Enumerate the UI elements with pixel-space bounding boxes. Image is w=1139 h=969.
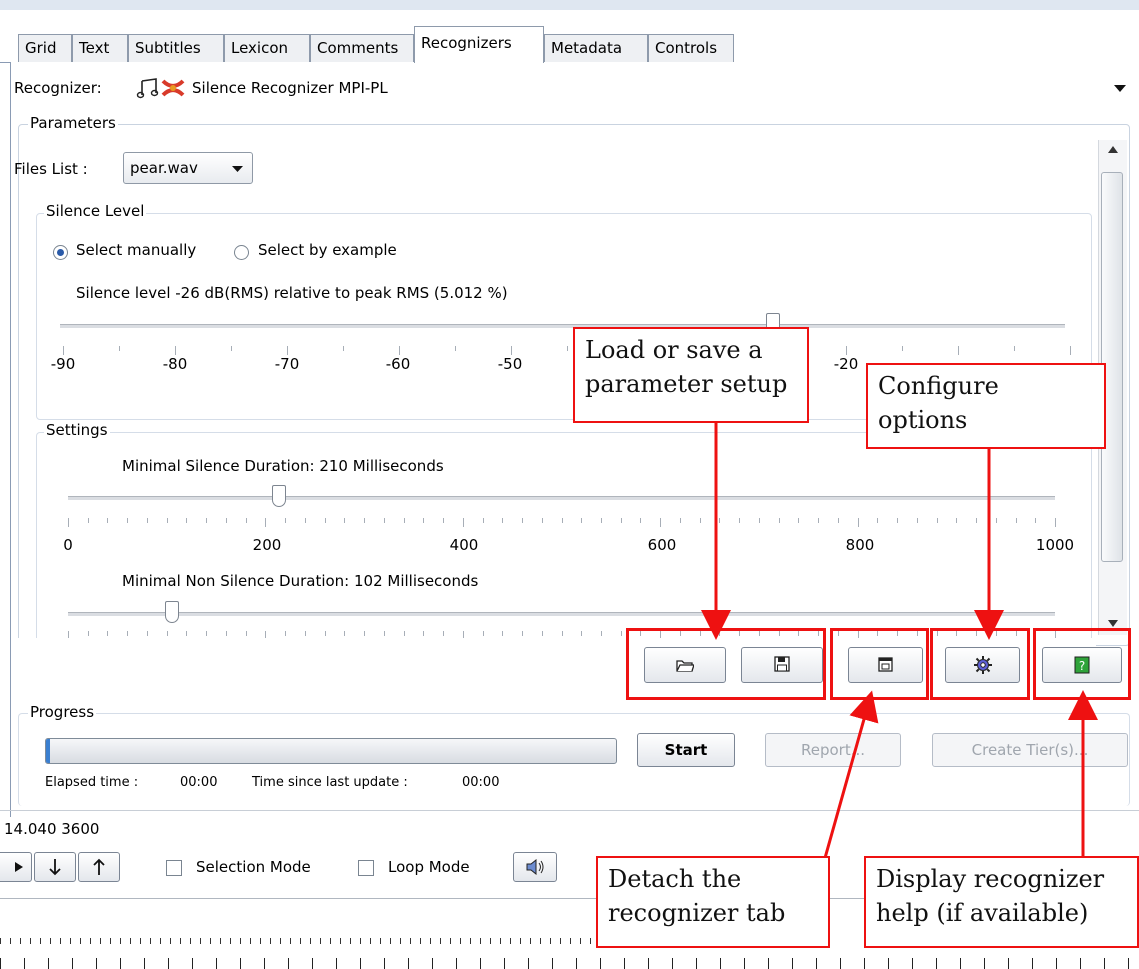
callout-help: Display recognizer help (if available) [864, 856, 1139, 948]
annotation-arrows [701, 422, 1098, 859]
callout-configure: Configure options [866, 363, 1106, 449]
callout-load-save: Load or save a parameter setup [573, 327, 809, 423]
callout-detach: Detach the recognizer tab [596, 856, 830, 948]
tab-recognizers[interactable]: Recognizers [414, 26, 544, 63]
